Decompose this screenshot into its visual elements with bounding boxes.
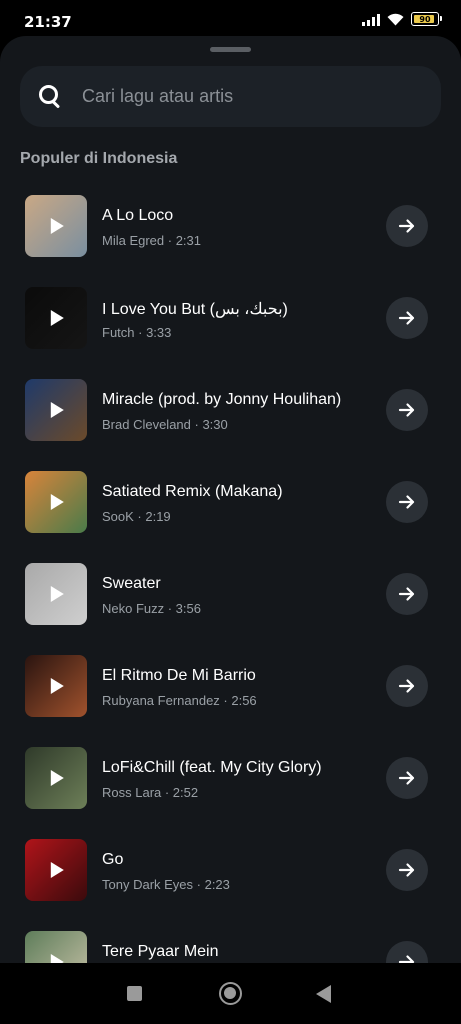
- play-icon[interactable]: [50, 494, 64, 510]
- arrow-right-icon: [398, 771, 415, 785]
- song-title: LoFi&Chill (feat. My City Glory): [102, 759, 322, 776]
- album-cover[interactable]: [25, 471, 87, 533]
- song-artist-duration: Mila Egred · 2:31: [102, 233, 201, 248]
- song-row[interactable]: I Love You But (بحبك، بس) Futch · 3:33: [0, 280, 461, 372]
- play-icon[interactable]: [50, 218, 64, 234]
- song-row[interactable]: Go Tony Dark Eyes · 2:23: [0, 832, 461, 924]
- album-cover[interactable]: [25, 931, 87, 963]
- arrow-right-icon: [398, 955, 415, 963]
- album-cover[interactable]: [25, 747, 87, 809]
- play-icon[interactable]: [50, 862, 64, 878]
- search-icon: [38, 84, 64, 110]
- song-row[interactable]: El Ritmo De Mi Barrio Rubyana Fernandez ·…: [0, 648, 461, 740]
- song-title: El Ritmo De Mi Barrio: [102, 667, 256, 684]
- section-title: Populer di Indonesia: [20, 150, 178, 167]
- song-title: Go: [102, 851, 124, 868]
- album-cover[interactable]: [25, 379, 87, 441]
- home-icon[interactable]: [219, 982, 242, 1005]
- open-song-button[interactable]: [386, 665, 428, 707]
- play-icon[interactable]: [50, 310, 64, 326]
- open-song-button[interactable]: [386, 297, 428, 339]
- song-row[interactable]: A Lo Loco Mila Egred · 2:31: [0, 188, 461, 280]
- open-song-button[interactable]: [386, 573, 428, 615]
- open-song-button[interactable]: [386, 757, 428, 799]
- song-artist-duration: Brad Cleveland · 3:30: [102, 417, 228, 432]
- arrow-right-icon: [398, 311, 415, 325]
- battery-level: 90: [419, 14, 431, 24]
- bottom-sheet: Populer di Indonesia A Lo Loco Mila Egred…: [0, 36, 461, 963]
- song-artist-duration: Futch · 3:33: [102, 325, 172, 340]
- album-cover[interactable]: [25, 655, 87, 717]
- back-icon[interactable]: [316, 985, 331, 1003]
- song-title: I Love You But (بحبك، بس): [102, 301, 288, 318]
- arrow-right-icon: [398, 219, 415, 233]
- song-artist-duration: Ross Lara · 2:52: [102, 785, 199, 800]
- song-title: Sweater: [102, 575, 161, 592]
- song-row[interactable]: Sweater Neko Fuzz · 3:56: [0, 556, 461, 648]
- play-icon[interactable]: [50, 770, 64, 786]
- recents-icon[interactable]: [127, 986, 142, 1001]
- arrow-right-icon: [398, 403, 415, 417]
- search-bar[interactable]: [20, 66, 441, 127]
- wifi-icon: [387, 13, 404, 25]
- open-song-button[interactable]: [386, 849, 428, 891]
- album-cover[interactable]: [25, 195, 87, 257]
- song-title: Satiated Remix (Makana): [102, 483, 283, 500]
- arrow-right-icon: [398, 863, 415, 877]
- song-row[interactable]: LoFi&Chill (feat. My City Glory) Ross Lar…: [0, 740, 461, 832]
- album-cover[interactable]: [25, 839, 87, 901]
- album-cover[interactable]: [25, 563, 87, 625]
- song-row[interactable]: Miracle (prod. by Jonny Houlihan) Brad Cl…: [0, 372, 461, 464]
- album-cover[interactable]: [25, 287, 87, 349]
- song-row[interactable]: Satiated Remix (Makana) SooK · 2:19: [0, 464, 461, 556]
- open-song-button[interactable]: [386, 389, 428, 431]
- open-song-button[interactable]: [386, 481, 428, 523]
- song-row[interactable]: Tere Pyaar Mein: [0, 924, 461, 963]
- status-time: 21:37: [24, 13, 72, 31]
- signal-icon: [362, 13, 380, 26]
- open-song-button[interactable]: [386, 205, 428, 247]
- arrow-right-icon: [398, 495, 415, 509]
- play-icon[interactable]: [50, 954, 64, 963]
- navigation-bar: [0, 963, 461, 1024]
- status-icons: 90: [362, 12, 442, 26]
- arrow-right-icon: [398, 587, 415, 601]
- arrow-right-icon: [398, 679, 415, 693]
- song-artist-duration: Rubyana Fernandez · 2:56: [102, 693, 257, 708]
- song-list: A Lo Loco Mila Egred · 2:31 I Love You But…: [0, 188, 461, 963]
- song-artist-duration: Neko Fuzz · 3:56: [102, 601, 201, 616]
- drag-handle[interactable]: [210, 47, 251, 52]
- song-title: Tere Pyaar Mein: [102, 943, 219, 960]
- status-bar: 21:37 90: [0, 0, 461, 36]
- battery-icon: 90: [411, 12, 442, 26]
- search-input[interactable]: [82, 86, 402, 107]
- play-icon[interactable]: [50, 402, 64, 418]
- song-title: A Lo Loco: [102, 207, 174, 224]
- song-title: Miracle (prod. by Jonny Houlihan): [102, 391, 342, 408]
- song-artist-duration: Tony Dark Eyes · 2:23: [102, 877, 230, 892]
- play-icon[interactable]: [50, 678, 64, 694]
- song-artist-duration: SooK · 2:19: [102, 509, 171, 524]
- play-icon[interactable]: [50, 586, 64, 602]
- open-song-button[interactable]: [386, 941, 428, 963]
